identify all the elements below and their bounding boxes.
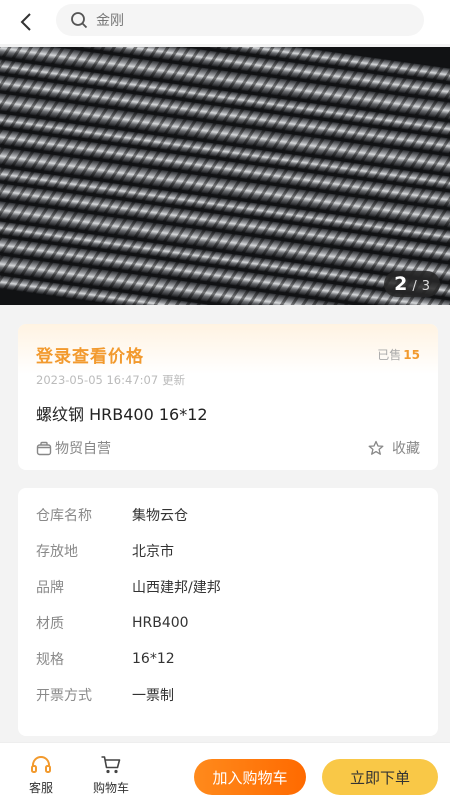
image-index: 2 [394, 273, 408, 295]
spec-key: 材质 [36, 616, 64, 632]
spec-row: 仓库名称 集物云仓 [36, 504, 426, 526]
service-button[interactable]: 客服 [29, 755, 53, 796]
favorite-button[interactable]: 收藏 [368, 438, 420, 458]
seller-label: 物贸自营 [55, 441, 111, 457]
product-title: 螺纹钢 HRB400 16*12 [36, 405, 208, 424]
search-box[interactable]: 金刚 [56, 4, 424, 36]
product-image-carousel[interactable]: 2 / 3 [0, 47, 450, 305]
sold-label: 已售 [377, 348, 402, 362]
update-timestamp: 2023-05-05 16:47:07 [36, 373, 159, 387]
spec-value: 集物云仓 [132, 508, 188, 524]
service-label: 客服 [29, 781, 54, 795]
spec-row: 品牌 山西建邦/建邦 [36, 576, 426, 598]
spec-value: HRB400 [132, 615, 189, 631]
cart-icon [101, 756, 121, 774]
product-specs-card: 仓库名称 集物云仓 存放地 北京市 品牌 山西建邦/建邦 材质 HRB400 规… [18, 488, 438, 736]
seller-info: 物贸自营 [36, 438, 111, 458]
back-button[interactable] [12, 8, 40, 36]
spec-key: 品牌 [36, 580, 64, 596]
top-bar: 金刚 [0, 0, 450, 44]
cart-label: 购物车 [93, 781, 130, 795]
spec-value: 一票制 [132, 688, 174, 704]
sold-count: 已售 15 [377, 346, 420, 363]
image-counter: 2 / 3 [384, 271, 440, 297]
image-separator: / [412, 279, 417, 294]
favorite-label: 收藏 [392, 441, 420, 457]
chevron-left-icon [20, 13, 31, 31]
update-suffix: 更新 [162, 373, 186, 387]
spec-row: 开票方式 一票制 [36, 684, 426, 706]
bottom-action-bar: 客服 购物车 加入购物车 立即下单 [0, 742, 450, 800]
headset-icon [31, 756, 51, 773]
spec-value: 北京市 [132, 544, 174, 560]
spec-key: 仓库名称 [36, 508, 92, 524]
spec-key: 存放地 [36, 544, 78, 560]
spec-row: 规格 16*12 [36, 648, 426, 670]
sold-number: 15 [403, 348, 420, 362]
spec-value: 16*12 [132, 651, 175, 667]
store-icon [36, 441, 52, 455]
add-to-cart-button[interactable]: 加入购物车 [194, 759, 306, 795]
search-icon [71, 12, 88, 29]
spec-row: 存放地 北京市 [36, 540, 426, 562]
spec-key: 规格 [36, 652, 64, 668]
search-input[interactable]: 金刚 [96, 10, 124, 30]
spec-row: 材质 HRB400 [36, 612, 426, 634]
product-image [0, 47, 450, 305]
login-price-link[interactable]: 登录查看价格 [36, 342, 144, 367]
cart-nav-button[interactable]: 购物车 [93, 755, 129, 796]
spec-key: 开票方式 [36, 688, 92, 704]
product-summary-card: 登录查看价格 已售 15 2023-05-05 16:47:07 更新 螺纹钢 HR… [18, 324, 438, 470]
image-total: 3 [421, 279, 430, 294]
star-icon [368, 440, 384, 455]
update-time: 2023-05-05 16:47:07 更新 [36, 372, 185, 388]
buy-now-button[interactable]: 立即下单 [322, 759, 438, 795]
spec-value: 山西建邦/建邦 [132, 580, 221, 596]
